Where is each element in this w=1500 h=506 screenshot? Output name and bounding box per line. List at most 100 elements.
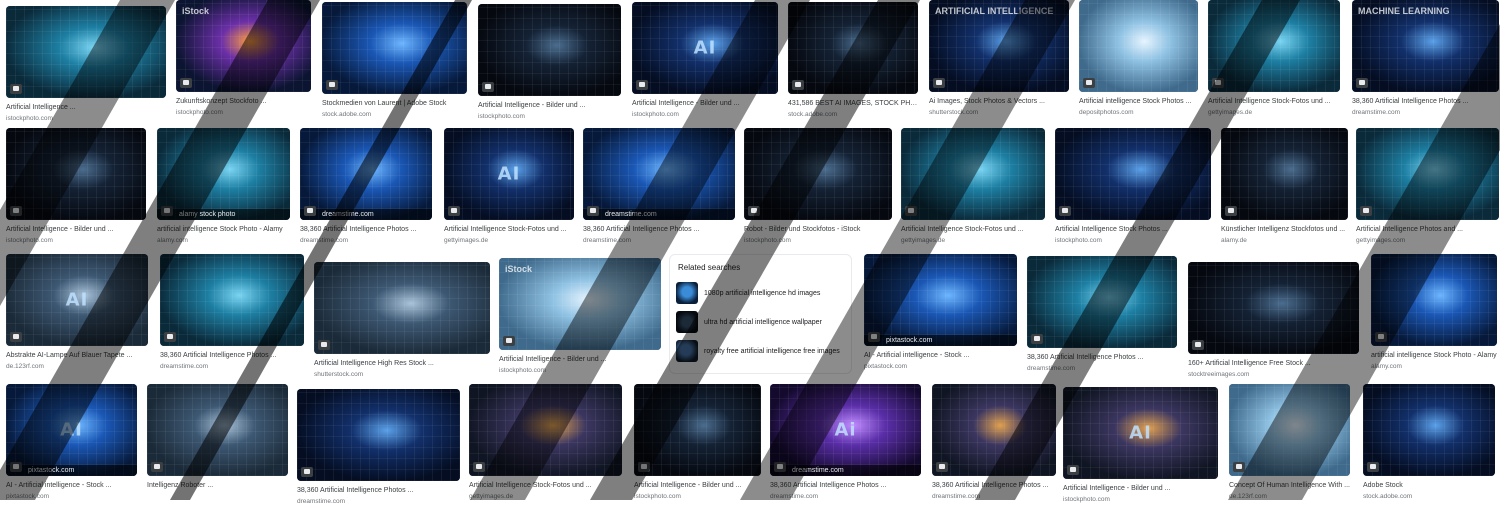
result-tile[interactable]: Künstlicher Intelligenz Stockfotos und .… — [1221, 128, 1348, 245]
result-tile[interactable]: 38,360 Artificial Intelligence Photos ..… — [160, 254, 304, 371]
result-tile[interactable]: AI pixtastock.com AI - Artificial intellig… — [6, 384, 137, 501]
result-tile[interactable]: Artificial Intelligence Stock Photos ...… — [1055, 128, 1211, 245]
result-caption[interactable]: Künstlicher Intelligenz Stockfotos und .… — [1221, 225, 1348, 234]
result-tile[interactable]: Artificial Intelligence - Bilder und ...… — [478, 4, 621, 121]
result-thumbnail[interactable] — [1371, 254, 1497, 346]
result-thumbnail[interactable]: alamy stock photo — [157, 128, 290, 220]
result-caption[interactable]: Artificial Intelligence Stock Photos ... — [1055, 225, 1211, 234]
result-caption[interactable]: Artificial intelligence Stock Photos ... — [1079, 97, 1198, 106]
result-tile[interactable]: Artificial Intelligence - Bilder und ...… — [634, 384, 761, 501]
result-caption[interactable]: Abstrakte AI-Lampe Auf Blauer Tapete ... — [6, 351, 148, 360]
result-caption[interactable]: 38,360 Artificial Intelligence Photos ..… — [297, 486, 460, 495]
result-tile[interactable]: Stockmedien von Laurent | Adobe Stock sto… — [322, 2, 467, 119]
result-thumbnail[interactable] — [901, 128, 1045, 220]
result-caption[interactable]: Artificial Intelligence High Res Stock .… — [314, 359, 490, 368]
related-search-item[interactable]: 1080p artificial intelligence hd images — [676, 280, 845, 306]
result-caption[interactable]: Robot - Bilder und Stockfotos - iStock — [744, 225, 892, 234]
result-tile[interactable]: 38,360 Artificial Intelligence Photos ..… — [932, 384, 1056, 501]
result-thumbnail[interactable] — [1229, 384, 1350, 476]
result-thumbnail[interactable]: iStock — [176, 0, 311, 92]
result-thumbnail[interactable]: AI pixtastock.com — [6, 384, 137, 476]
result-tile[interactable]: AI Abstrakte AI-Lampe Auf Blauer Tapete .… — [6, 254, 148, 371]
result-thumbnail[interactable]: Ai dreamstime.com — [770, 384, 921, 476]
result-caption[interactable]: Adobe Stock — [1363, 481, 1495, 490]
result-caption[interactable]: AI - Artificial intelligence - Stock ... — [6, 481, 137, 490]
result-tile[interactable]: AI Artificial Intelligence - Bilder und .… — [632, 2, 778, 119]
result-caption[interactable]: Artificial Intelligence - Bilder und ... — [6, 225, 146, 234]
result-caption[interactable]: artificial intelligence Stock Photo - Al… — [157, 225, 290, 234]
result-tile[interactable]: ARTIFICIAL INTELLIGENCE Ai Images, Stock … — [929, 0, 1069, 117]
result-caption[interactable]: AI - Artificial intelligence - Stock ... — [864, 351, 1017, 360]
result-tile[interactable]: 38,360 Artificial Intelligence Photos ..… — [297, 389, 460, 506]
result-thumbnail[interactable] — [478, 4, 621, 96]
result-thumbnail[interactable]: iStock — [499, 258, 661, 350]
result-caption[interactable]: 431,586 BEST AI IMAGES, STOCK PHOTO... — [788, 99, 918, 108]
result-thumbnail[interactable] — [6, 128, 146, 220]
result-caption[interactable]: Artificial Intelligence - Bilder und ... — [478, 101, 621, 110]
result-tile[interactable]: Robot - Bilder und Stockfotos - iStock is… — [744, 128, 892, 245]
result-thumbnail[interactable] — [6, 6, 166, 98]
result-caption[interactable]: 38,360 Artificial Intelligence Photos ..… — [300, 225, 432, 234]
result-caption[interactable]: 38,360 Artificial Intelligence Photos ..… — [770, 481, 921, 490]
result-thumbnail[interactable] — [1221, 128, 1348, 220]
result-thumbnail[interactable] — [1208, 0, 1340, 92]
result-thumbnail[interactable] — [469, 384, 622, 476]
result-thumbnail[interactable] — [1079, 0, 1198, 92]
result-tile[interactable]: Concept Of Human Intelligence With ... de… — [1229, 384, 1350, 501]
result-caption[interactable]: Artificial Intelligence - Bilder und ... — [634, 481, 761, 490]
result-caption[interactable]: Concept Of Human Intelligence With ... — [1229, 481, 1350, 490]
result-tile[interactable]: pixtastock.com AI - Artificial intelligen… — [864, 254, 1017, 371]
result-tile[interactable]: Artificial Intelligence High Res Stock .… — [314, 262, 490, 379]
result-thumbnail[interactable]: ARTIFICIAL INTELLIGENCE — [929, 0, 1069, 92]
result-tile[interactable]: Artificial intelligence Stock Photos ...… — [1079, 0, 1198, 117]
result-thumbnail[interactable] — [297, 389, 460, 481]
result-caption[interactable]: Artificial Intelligence Stock-Fotos und … — [1208, 97, 1340, 106]
result-caption[interactable]: 38,360 Artificial Intelligence Photos ..… — [1352, 97, 1499, 106]
result-caption[interactable]: 38,360 Artificial Intelligence Photos ..… — [583, 225, 735, 234]
result-thumbnail[interactable] — [160, 254, 304, 346]
result-thumbnail[interactable] — [744, 128, 892, 220]
result-tile[interactable]: iStock Zukunftskonzept Stockfoto ... istoc… — [176, 0, 311, 117]
result-tile[interactable]: Artificial Intelligence Stock-Fotos und … — [469, 384, 622, 501]
result-tile[interactable]: AI Artificial Intelligence Stock-Fotos un… — [444, 128, 574, 245]
result-caption[interactable]: Artificial Intelligence ... — [6, 103, 166, 112]
result-tile[interactable]: Adobe Stock stock.adobe.com — [1363, 384, 1495, 501]
result-caption[interactable]: Artificial Intelligence Stock-Fotos und … — [469, 481, 622, 490]
result-thumbnail[interactable]: dreamstime.com — [300, 128, 432, 220]
result-tile[interactable]: 431,586 BEST AI IMAGES, STOCK PHOTO... st… — [788, 2, 918, 119]
result-caption[interactable]: Artificial Intelligence - Bilder und ... — [1063, 484, 1218, 493]
result-thumbnail[interactable] — [1356, 128, 1499, 220]
result-thumbnail[interactable] — [788, 2, 918, 94]
result-thumbnail[interactable] — [147, 384, 288, 476]
result-thumbnail[interactable] — [314, 262, 490, 354]
result-tile[interactable]: 38,360 Artificial Intelligence Photos ..… — [1027, 256, 1177, 373]
result-tile[interactable]: Artificial Intelligence Stock-Fotos und … — [1208, 0, 1340, 117]
result-tile[interactable]: AI Artificial Intelligence - Bilder und .… — [1063, 387, 1218, 504]
result-tile[interactable]: Artificial Intelligence ... istockphoto.c… — [6, 6, 166, 123]
result-tile[interactable]: dreamstime.com 38,360 Artificial Intellig… — [300, 128, 432, 245]
result-thumbnail[interactable]: dreamstime.com — [583, 128, 735, 220]
related-search-item[interactable]: ultra hd artificial intelligence wallpap… — [676, 309, 845, 335]
result-thumbnail[interactable]: AI — [1063, 387, 1218, 479]
result-tile[interactable]: Intelligenz Roboter ... — [147, 384, 288, 490]
result-thumbnail[interactable] — [1027, 256, 1177, 348]
result-caption[interactable]: Artificial Intelligence Stock-Fotos und … — [444, 225, 574, 234]
result-thumbnail[interactable]: AI — [6, 254, 148, 346]
result-tile[interactable]: alamy stock photo artificial intelligence… — [157, 128, 290, 245]
result-caption[interactable]: Ai Images, Stock Photos & Vectors ... — [929, 97, 1069, 106]
result-tile[interactable]: Ai dreamstime.com 38,360 Artificial Intell… — [770, 384, 921, 501]
result-tile[interactable]: Artificial Intelligence - Bilder und ...… — [6, 128, 146, 245]
result-tile[interactable]: iStock Artificial Intelligence - Bilder u… — [499, 258, 661, 375]
result-caption[interactable]: Artificial Intelligence Photos and ... — [1356, 225, 1499, 234]
result-tile[interactable]: artificial intelligence Stock Photo - Al… — [1371, 254, 1497, 371]
result-tile[interactable]: 160+ Artificial Intelligence Free Stock … — [1188, 262, 1359, 379]
result-thumbnail[interactable] — [634, 384, 761, 476]
result-thumbnail[interactable] — [1055, 128, 1211, 220]
result-tile[interactable]: dreamstime.com 38,360 Artificial Intellig… — [583, 128, 735, 245]
result-caption[interactable]: Stockmedien von Laurent | Adobe Stock — [322, 99, 467, 108]
result-thumbnail[interactable] — [322, 2, 467, 94]
result-tile[interactable]: Artificial Intelligence Stock-Fotos und … — [901, 128, 1045, 245]
result-caption[interactable]: Artificial Intelligence Stock-Fotos und … — [901, 225, 1045, 234]
result-caption[interactable]: Zukunftskonzept Stockfoto ... — [176, 97, 311, 106]
result-caption[interactable]: Intelligenz Roboter ... — [147, 481, 288, 490]
